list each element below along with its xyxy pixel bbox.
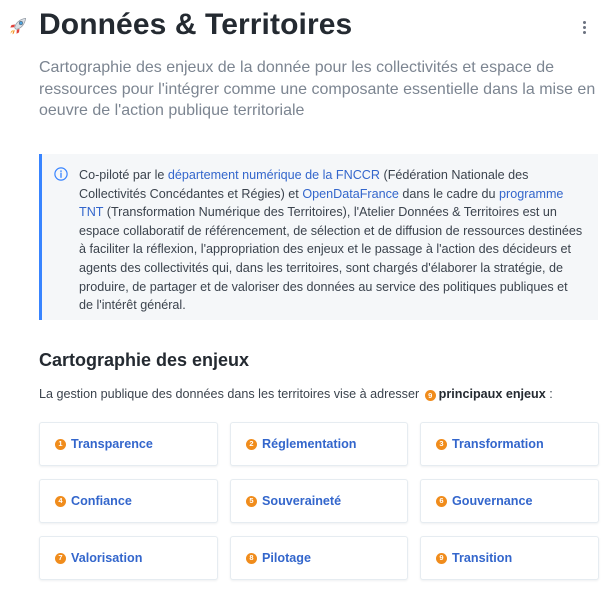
info-icon [54, 167, 68, 181]
info-hint: Co-piloté par le département numérique d… [39, 154, 598, 320]
card-label: Transition [452, 551, 513, 565]
card-label: Pilotage [262, 551, 311, 565]
enjeu-card-transformation[interactable]: 3 Transformation [420, 422, 599, 466]
number-badge: 8 [246, 552, 257, 564]
number-badge: 1 [55, 438, 66, 450]
enjeu-card-reglementation[interactable]: 2 Réglementation [230, 422, 408, 466]
intro-text: La gestion publique des données dans les… [39, 387, 423, 401]
hint-text-part: (Transformation Numérique des Territoire… [79, 205, 583, 313]
fnccr-link[interactable]: département numérique de la FNCCR [168, 168, 380, 182]
hint-text-part: Co-piloté par le [79, 168, 168, 182]
page-title: Données & Territoires [39, 8, 353, 41]
card-label: Gouvernance [452, 494, 533, 508]
page-header: Données & Territoires Cartographie des e… [0, 0, 607, 140]
card-label: Transformation [452, 437, 544, 451]
hint-text: Co-piloté par le département numérique d… [79, 166, 584, 315]
section-intro: La gestion publique des données dans les… [39, 387, 553, 402]
opendatafrance-link[interactable]: OpenDataFrance [302, 187, 399, 201]
number-badge: 3 [436, 438, 447, 450]
intro-text: : [545, 387, 553, 401]
number-badge: 5 [246, 495, 257, 507]
rocket-icon [10, 17, 27, 35]
enjeu-card-gouvernance[interactable]: 6 Gouvernance [420, 479, 599, 523]
enjeu-card-confiance[interactable]: 4 Confiance [39, 479, 218, 523]
section-title: Cartographie des enjeux [39, 350, 250, 370]
card-label: Souveraineté [262, 494, 342, 508]
number-badge: 7 [55, 552, 66, 564]
intro-bold: principaux enjeux [438, 387, 546, 401]
enjeu-card-souverainete[interactable]: 5 Souveraineté [230, 479, 408, 523]
number-badge: 2 [246, 438, 257, 450]
card-label: Transparence [71, 437, 153, 451]
number-badge: 4 [55, 495, 66, 507]
enjeu-card-transparence[interactable]: 1 Transparence [39, 422, 218, 466]
kebab-menu-icon[interactable] [576, 17, 592, 37]
card-label: Réglementation [262, 437, 357, 451]
card-label: Valorisation [71, 551, 143, 565]
hint-text-part: dans le cadre du [398, 186, 500, 201]
count-badge: 9 [424, 390, 436, 402]
enjeu-card-valorisation[interactable]: 7 Valorisation [39, 536, 218, 580]
number-badge: 9 [436, 552, 447, 564]
enjeu-card-transition[interactable]: 9 Transition [420, 536, 599, 580]
page-subtitle: Cartographie des enjeux de la donnée pou… [39, 59, 596, 119]
enjeu-card-pilotage[interactable]: 8 Pilotage [230, 536, 408, 580]
card-label: Confiance [71, 494, 132, 508]
number-badge: 6 [436, 495, 447, 507]
enjeux-grid: 1 Transparence 2 Réglementation 3 Transform… [39, 422, 599, 580]
